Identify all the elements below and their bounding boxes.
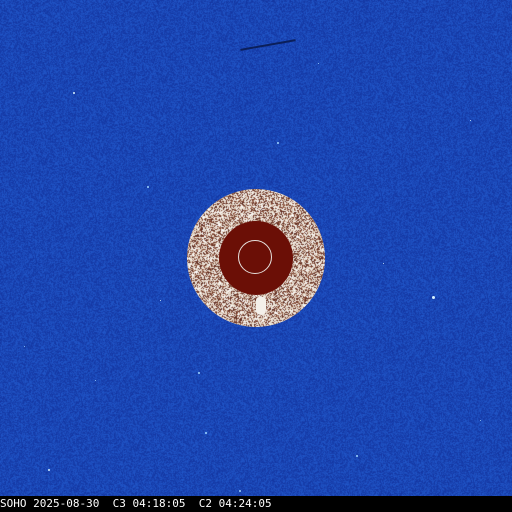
date-label: 2025-08-30 — [33, 497, 100, 510]
star-point — [147, 186, 149, 188]
c3-time: 04:18:05 — [132, 497, 186, 510]
star-point — [480, 420, 481, 421]
c2-label: C2 — [198, 497, 212, 510]
star-point — [239, 490, 241, 492]
star-point — [95, 380, 96, 381]
observatory-label: SOHO — [0, 497, 27, 510]
star-point — [160, 300, 161, 301]
star-point — [356, 455, 358, 457]
star-point — [198, 372, 200, 374]
star-point — [432, 296, 435, 299]
star-point — [205, 432, 207, 434]
sun-limb-circle — [238, 240, 272, 274]
c2-time: 04:24:05 — [218, 497, 272, 510]
c3-label: C3 — [112, 497, 126, 510]
star-point — [470, 120, 471, 121]
star-point — [318, 63, 319, 64]
star-point — [48, 469, 50, 471]
star-point — [73, 92, 75, 94]
star-point — [277, 142, 279, 144]
occulter-pylon — [256, 297, 266, 315]
coronagraph-viewer: SOHO 2025-08-30 C3 04:18:05 C2 04:24:05 — [0, 0, 512, 512]
status-bar: SOHO 2025-08-30 C3 04:18:05 C2 04:24:05 — [0, 496, 512, 512]
star-point — [383, 263, 384, 264]
coronagraph-image — [0, 0, 512, 496]
star-point — [24, 346, 25, 347]
